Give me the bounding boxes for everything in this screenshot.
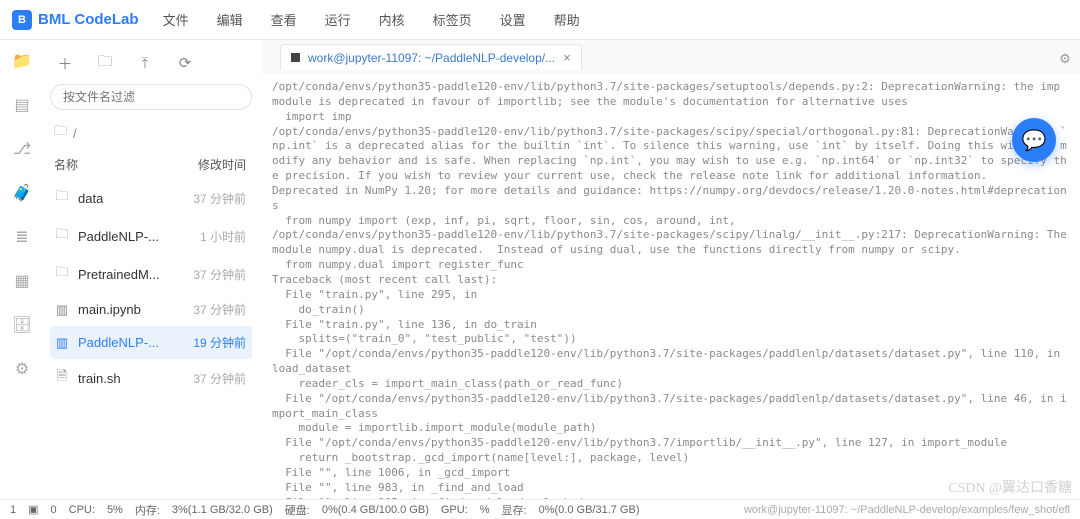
chat-icon: 💬 <box>1022 128 1047 153</box>
status-count: 1 <box>10 504 16 516</box>
activity-bar: 📁 ▤ ⎇ 🧳 ≣ ▦ 🗄 ⚙ <box>0 40 44 499</box>
watermark: CSDN @翼达口香糖 <box>948 477 1072 497</box>
file-row[interactable]: 🗀 PaddleNLP-... 1 小时前 <box>50 217 252 255</box>
apps-icon[interactable]: ▦ <box>12 272 32 290</box>
tab-close-icon[interactable]: × <box>563 50 571 65</box>
new-file-icon[interactable]: ＋ <box>56 54 74 72</box>
terminal-icon <box>291 53 300 62</box>
file-type-icon: 🗎 <box>54 367 70 389</box>
file-name: PaddleNLP-... <box>78 229 159 244</box>
top-menu-bar: B BML CodeLab 文件 编辑 查看 运行 内核 标签页 设置 帮助 <box>0 0 1080 40</box>
cpu-label: CPU: <box>69 504 95 516</box>
menu-list: 文件 编辑 查看 运行 内核 标签页 设置 帮助 <box>163 10 580 29</box>
settings-gear[interactable]: ⚙ <box>1054 48 1076 70</box>
file-type-icon: 🗀 <box>54 187 70 209</box>
file-name: main.ipynb <box>78 302 141 317</box>
tab-title: work@jupyter-11097: ~/PaddleNLP-develop/… <box>308 51 555 65</box>
running-icon[interactable]: ▤ <box>12 96 32 114</box>
menu-settings[interactable]: 设置 <box>500 10 526 29</box>
file-columns: 名称 修改时间 <box>50 150 252 179</box>
logo-icon: B <box>12 10 32 30</box>
file-mtime: 37 分钟前 <box>193 301 246 318</box>
db-icon[interactable]: 🗄 <box>12 316 32 334</box>
brand-text: BML CodeLab <box>38 11 139 28</box>
vram-label: 显存: <box>502 502 527 518</box>
status-right: work@jupyter-11097: ~/PaddleNLP-develop/… <box>744 504 1070 516</box>
chat-fab[interactable]: 💬 <box>1012 118 1056 162</box>
menu-view[interactable]: 查看 <box>271 10 297 29</box>
file-row[interactable]: 🗎 train.sh 37 分钟前 <box>50 359 252 397</box>
status-terminal-icon: ▣ <box>28 503 38 516</box>
upload-icon[interactable]: ⤒ <box>136 54 154 72</box>
cpu-value: 5% <box>107 504 123 516</box>
menu-kernel[interactable]: 内核 <box>379 10 405 29</box>
file-name: PretrainedM... <box>78 267 160 282</box>
path-text: / <box>73 126 77 141</box>
file-list: 🗀 data 37 分钟前 🗀 PaddleNLP-... 1 小时前 🗀 Pretraine… <box>50 179 252 397</box>
col-mtime[interactable]: 修改时间 <box>198 156 246 173</box>
file-type-icon: 🗀 <box>54 225 70 247</box>
terminal-output[interactable]: /opt/conda/envs/python35-paddle120-env/l… <box>262 74 1080 499</box>
disk-label: 硬盘: <box>285 502 310 518</box>
menu-help[interactable]: 帮助 <box>554 10 580 29</box>
new-folder-icon[interactable]: 🗀 <box>96 54 114 72</box>
package-icon[interactable]: 🧳 <box>12 184 32 202</box>
file-mtime: 19 分钟前 <box>193 334 246 351</box>
file-browser: ＋ 🗀 ⤒ ⟳ 🗀 / 名称 修改时间 🗀 data 37 分钟前 🗀 PaddleNL… <box>44 40 262 499</box>
refresh-icon[interactable]: ⟳ <box>176 54 194 72</box>
file-name: train.sh <box>78 371 121 386</box>
file-name: PaddleNLP-... <box>78 335 159 350</box>
file-toolbar: ＋ 🗀 ⤒ ⟳ <box>50 48 252 84</box>
menu-run[interactable]: 运行 <box>325 10 351 29</box>
file-name: data <box>78 191 103 206</box>
gpu-label: GPU: <box>441 504 468 516</box>
menu-file[interactable]: 文件 <box>163 10 189 29</box>
file-row[interactable]: 🗀 data 37 分钟前 <box>50 179 252 217</box>
file-filter-input[interactable] <box>50 84 252 110</box>
file-mtime: 37 分钟前 <box>193 190 246 207</box>
tab-terminal[interactable]: work@jupyter-11097: ~/PaddleNLP-develop/… <box>280 44 582 70</box>
gpu-value: % <box>480 504 490 516</box>
list-icon[interactable]: ≣ <box>12 228 32 246</box>
settings-icon[interactable]: ⚙ <box>12 360 32 378</box>
menu-edit[interactable]: 编辑 <box>217 10 243 29</box>
files-icon[interactable]: 📁 <box>12 52 32 70</box>
brand-logo: B BML CodeLab <box>12 10 139 30</box>
folder-icon: 🗀 <box>54 122 67 144</box>
disk-value: 0%(0.4 GB/100.0 GB) <box>322 504 429 516</box>
editor-area: work@jupyter-11097: ~/PaddleNLP-develop/… <box>262 40 1080 499</box>
status-bar: 1 ▣ 0 CPU: 5% 内存: 3%(1.1 GB/32.0 GB) 硬盘:… <box>0 499 1080 519</box>
file-mtime: 37 分钟前 <box>193 266 246 283</box>
tab-bar: work@jupyter-11097: ~/PaddleNLP-develop/… <box>262 40 1080 74</box>
file-mtime: 1 小时前 <box>200 228 246 245</box>
status-term-count: 0 <box>51 504 57 516</box>
file-row[interactable]: ▥ main.ipynb 37 分钟前 <box>50 293 252 326</box>
file-type-icon: ▥ <box>54 302 70 318</box>
mem-value: 3%(1.1 GB/32.0 GB) <box>172 504 273 516</box>
col-name[interactable]: 名称 <box>54 156 78 173</box>
vram-value: 0%(0.0 GB/31.7 GB) <box>539 504 640 516</box>
file-mtime: 37 分钟前 <box>193 370 246 387</box>
file-type-icon: ▥ <box>54 335 70 351</box>
mem-label: 内存: <box>135 502 160 518</box>
file-type-icon: 🗀 <box>54 263 70 285</box>
file-row[interactable]: 🗀 PretrainedM... 37 分钟前 <box>50 255 252 293</box>
file-row[interactable]: ▥ PaddleNLP-... 19 分钟前 <box>50 326 252 359</box>
menu-tabs[interactable]: 标签页 <box>433 10 472 29</box>
breadcrumb[interactable]: 🗀 / <box>54 122 252 144</box>
git-icon[interactable]: ⎇ <box>12 140 32 158</box>
